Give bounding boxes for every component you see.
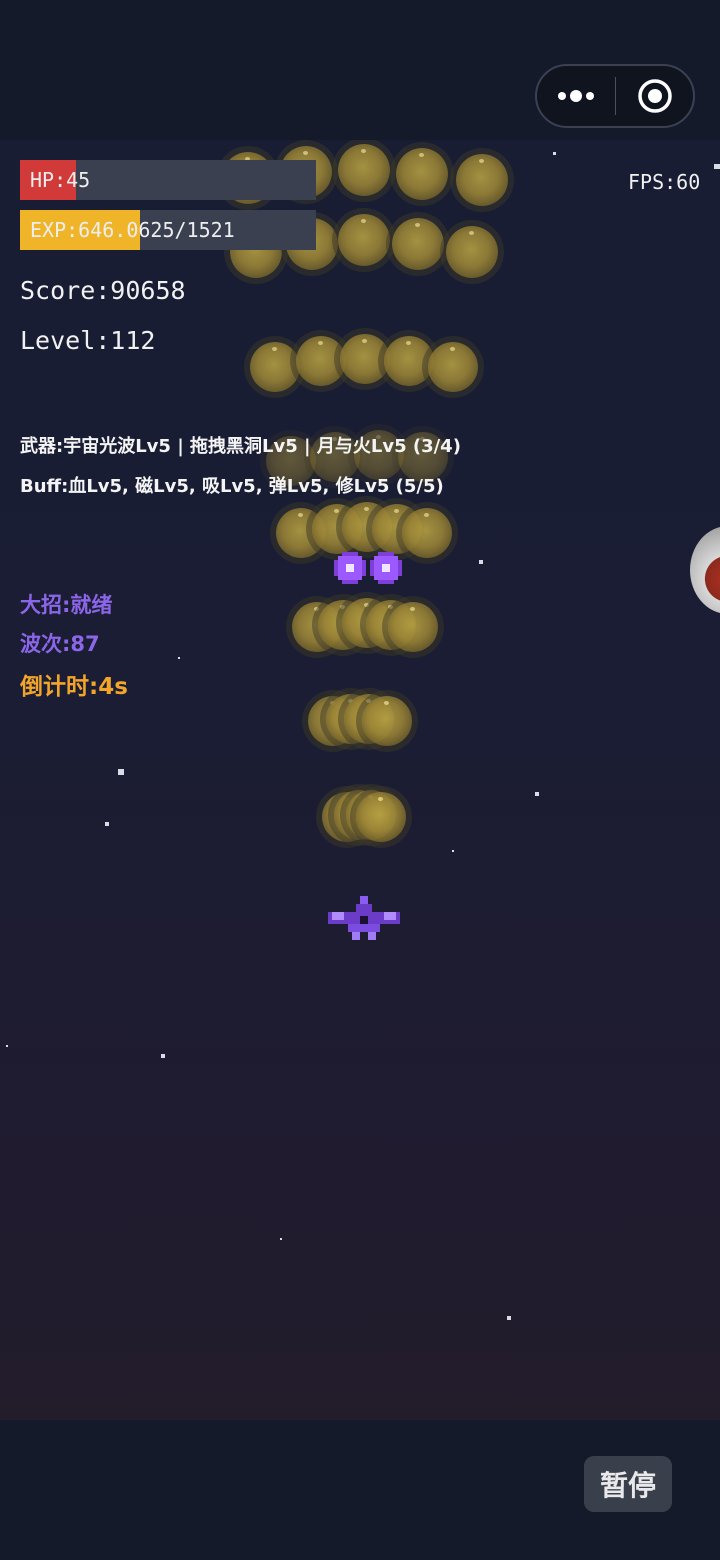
star (507, 1316, 511, 1320)
hp-bar: HP:45 (20, 160, 316, 200)
score-text: Score:90658 (20, 276, 186, 305)
enemy-orb (456, 154, 508, 206)
close-button[interactable] (616, 66, 693, 126)
player-projectile (334, 552, 366, 584)
star (105, 822, 109, 826)
fps-counter: FPS:60 (628, 170, 701, 194)
star (6, 1045, 8, 1047)
enemy-orb (384, 336, 434, 386)
mini-program-capsule (535, 64, 695, 128)
enemy-orb (340, 334, 390, 384)
ultimate-status: 大招:就绪 (20, 593, 113, 617)
star (178, 657, 180, 659)
more-dots-icon (558, 90, 594, 102)
enemy-orb (402, 508, 452, 558)
star (553, 152, 556, 155)
more-button[interactable] (537, 66, 615, 126)
star (714, 164, 720, 169)
hp-label: HP:45 (30, 168, 91, 192)
countdown-timer: 倒计时:4s (20, 674, 128, 700)
enemy-orb (446, 226, 498, 278)
player-projectile (370, 552, 402, 584)
enemy-orb (428, 342, 478, 392)
enemy-orb (388, 602, 438, 652)
planet (690, 526, 720, 614)
pause-button[interactable]: 暂停 (584, 1456, 672, 1512)
enemy-orb (338, 144, 390, 196)
enemy-orb (356, 792, 406, 842)
wave-counter: 波次:87 (20, 632, 100, 656)
enemy-orb (338, 214, 390, 266)
target-circle-icon (637, 79, 672, 113)
buffs-text: Buff:血Lv5, 磁Lv5, 吸Lv5, 弹Lv5, 修Lv5 (5/5) (20, 476, 444, 497)
star (118, 769, 124, 775)
player-ship[interactable] (328, 896, 400, 944)
weapons-text: 武器:宇宙光波Lv5 | 拖拽黑洞Lv5 | 月与火Lv5 (3/4) (20, 436, 461, 457)
star (161, 1054, 165, 1058)
exp-label: EXP:646.0625/1521 (30, 218, 235, 242)
enemy-orb (250, 342, 300, 392)
enemy-orb (396, 148, 448, 200)
star (280, 1238, 282, 1240)
level-text: Level:112 (20, 326, 156, 355)
enemy-orb (296, 336, 346, 386)
star (452, 850, 454, 852)
enemy-orb (392, 218, 444, 270)
star (479, 560, 483, 564)
star (535, 792, 539, 796)
exp-bar: EXP:646.0625/1521 (20, 210, 316, 250)
enemy-orb (362, 696, 412, 746)
